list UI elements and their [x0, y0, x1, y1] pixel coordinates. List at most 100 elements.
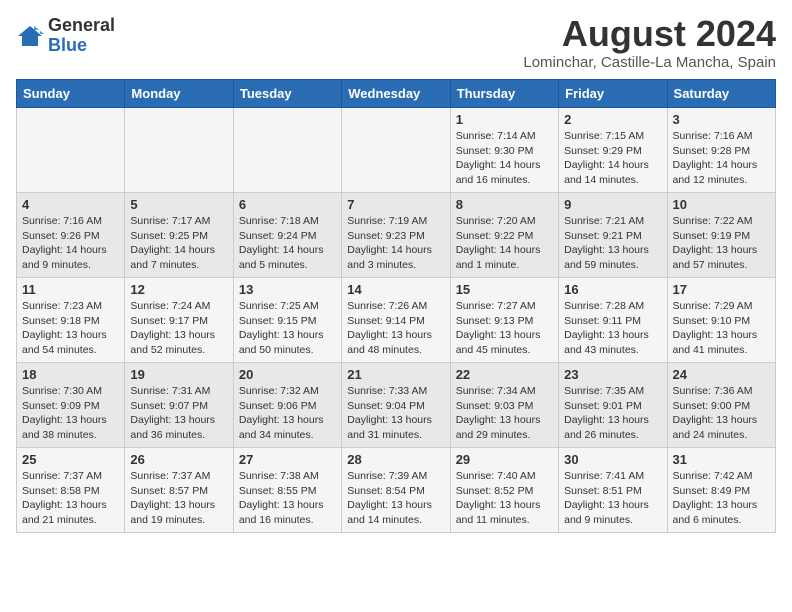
day-of-week-header: Saturday [667, 80, 775, 108]
calendar-cell [125, 108, 233, 193]
day-info: Sunrise: 7:18 AMSunset: 9:24 PMDaylight:… [239, 214, 336, 273]
day-info: Sunrise: 7:37 AMSunset: 8:58 PMDaylight:… [22, 469, 119, 528]
calendar-cell [233, 108, 341, 193]
logo-icon [16, 22, 44, 50]
calendar-week-row: 1Sunrise: 7:14 AMSunset: 9:30 PMDaylight… [17, 108, 776, 193]
calendar-week-row: 18 Sunrise: 7:30 AMSunset: 9:09 PMDayligh… [17, 363, 776, 448]
calendar-cell [342, 108, 450, 193]
day-number: 8 [456, 197, 553, 212]
day-number: 16 [564, 282, 661, 297]
day-info: Sunrise: 7:29 AMSunset: 9:10 PMDaylight:… [673, 299, 770, 358]
logo-general-text: General [48, 15, 115, 35]
location-subtitle: Lominchar, Castille-La Mancha, Spain [523, 54, 776, 71]
day-info: Sunrise: 7:22 AMSunset: 9:19 PMDaylight:… [673, 214, 770, 273]
calendar-cell: 27 Sunrise: 7:38 AMSunset: 8:55 PMDayligh… [233, 448, 341, 533]
day-number: 30 [564, 452, 661, 467]
day-info: Sunrise: 7:25 AMSunset: 9:15 PMDaylight:… [239, 299, 336, 358]
page-header: General Blue August 2024 Lominchar, Cast… [16, 16, 776, 71]
day-info: Sunrise: 7:42 AMSunset: 8:49 PMDaylight:… [673, 469, 770, 528]
day-info: Sunrise: 7:37 AMSunset: 8:57 PMDaylight:… [130, 469, 227, 528]
calendar-cell: 16 Sunrise: 7:28 AMSunset: 9:11 PMDayligh… [559, 278, 667, 363]
day-number: 7 [347, 197, 444, 212]
calendar-week-row: 4Sunrise: 7:16 AMSunset: 9:26 PMDaylight… [17, 193, 776, 278]
day-info: Sunrise: 7:20 AMSunset: 9:22 PMDaylight:… [456, 214, 553, 273]
logo: General Blue [16, 16, 115, 56]
calendar-cell: 1Sunrise: 7:14 AMSunset: 9:30 PMDaylight… [450, 108, 558, 193]
calendar-cell: 9 Sunrise: 7:21 AMSunset: 9:21 PMDaylight… [559, 193, 667, 278]
day-number: 10 [673, 197, 770, 212]
day-of-week-header: Thursday [450, 80, 558, 108]
day-number: 5 [130, 197, 227, 212]
day-number: 15 [456, 282, 553, 297]
calendar-cell: 24Sunrise: 7:36 AMSunset: 9:00 PMDayligh… [667, 363, 775, 448]
day-number: 14 [347, 282, 444, 297]
day-number: 11 [22, 282, 119, 297]
day-info: Sunrise: 7:21 AMSunset: 9:21 PMDaylight:… [564, 214, 661, 273]
day-number: 28 [347, 452, 444, 467]
day-info: Sunrise: 7:14 AMSunset: 9:30 PMDaylight:… [456, 129, 553, 188]
day-number: 29 [456, 452, 553, 467]
month-title: August 2024 [523, 16, 776, 52]
day-of-week-header: Friday [559, 80, 667, 108]
calendar-cell: 7 Sunrise: 7:19 AMSunset: 9:23 PMDaylight… [342, 193, 450, 278]
day-number: 27 [239, 452, 336, 467]
day-info: Sunrise: 7:40 AMSunset: 8:52 PMDaylight:… [456, 469, 553, 528]
day-info: Sunrise: 7:39 AMSunset: 8:54 PMDaylight:… [347, 469, 444, 528]
day-number: 9 [564, 197, 661, 212]
day-number: 6 [239, 197, 336, 212]
day-number: 25 [22, 452, 119, 467]
day-info: Sunrise: 7:23 AMSunset: 9:18 PMDaylight:… [22, 299, 119, 358]
calendar-cell: 31 Sunrise: 7:42 AMSunset: 8:49 PMDayligh… [667, 448, 775, 533]
day-info: Sunrise: 7:31 AMSunset: 9:07 PMDaylight:… [130, 384, 227, 443]
day-number: 21 [347, 367, 444, 382]
calendar-cell [17, 108, 125, 193]
day-info: Sunrise: 7:33 AMSunset: 9:04 PMDaylight:… [347, 384, 444, 443]
calendar-week-row: 11 Sunrise: 7:23 AMSunset: 9:18 PMDayligh… [17, 278, 776, 363]
day-number: 13 [239, 282, 336, 297]
day-info: Sunrise: 7:32 AMSunset: 9:06 PMDaylight:… [239, 384, 336, 443]
day-of-week-header: Tuesday [233, 80, 341, 108]
calendar-cell: 17 Sunrise: 7:29 AMSunset: 9:10 PMDayligh… [667, 278, 775, 363]
calendar-cell: 25 Sunrise: 7:37 AMSunset: 8:58 PMDayligh… [17, 448, 125, 533]
day-number: 31 [673, 452, 770, 467]
calendar-cell: 30Sunrise: 7:41 AMSunset: 8:51 PMDayligh… [559, 448, 667, 533]
day-info: Sunrise: 7:15 AMSunset: 9:29 PMDaylight:… [564, 129, 661, 188]
day-info: Sunrise: 7:30 AMSunset: 9:09 PMDaylight:… [22, 384, 119, 443]
calendar-cell: 18 Sunrise: 7:30 AMSunset: 9:09 PMDayligh… [17, 363, 125, 448]
calendar-cell: 10 Sunrise: 7:22 AMSunset: 9:19 PMDayligh… [667, 193, 775, 278]
calendar-cell: 21 Sunrise: 7:33 AMSunset: 9:04 PMDayligh… [342, 363, 450, 448]
calendar-cell: 13 Sunrise: 7:25 AMSunset: 9:15 PMDayligh… [233, 278, 341, 363]
calendar-cell: 14Sunrise: 7:26 AMSunset: 9:14 PMDayligh… [342, 278, 450, 363]
day-info: Sunrise: 7:17 AMSunset: 9:25 PMDaylight:… [130, 214, 227, 273]
day-number: 18 [22, 367, 119, 382]
calendar-cell: 3Sunrise: 7:16 AMSunset: 9:28 PMDaylight… [667, 108, 775, 193]
day-info: Sunrise: 7:16 AMSunset: 9:26 PMDaylight:… [22, 214, 119, 273]
day-of-week-header: Wednesday [342, 80, 450, 108]
day-of-week-header: Monday [125, 80, 233, 108]
calendar-cell: 8 Sunrise: 7:20 AMSunset: 9:22 PMDaylight… [450, 193, 558, 278]
calendar-cell: 11 Sunrise: 7:23 AMSunset: 9:18 PMDayligh… [17, 278, 125, 363]
calendar-cell: 19 Sunrise: 7:31 AMSunset: 9:07 PMDayligh… [125, 363, 233, 448]
day-info: Sunrise: 7:27 AMSunset: 9:13 PMDaylight:… [456, 299, 553, 358]
day-number: 20 [239, 367, 336, 382]
day-info: Sunrise: 7:38 AMSunset: 8:55 PMDaylight:… [239, 469, 336, 528]
day-number: 24 [673, 367, 770, 382]
day-number: 2 [564, 112, 661, 127]
calendar-cell: 4Sunrise: 7:16 AMSunset: 9:26 PMDaylight… [17, 193, 125, 278]
day-number: 19 [130, 367, 227, 382]
day-info: Sunrise: 7:19 AMSunset: 9:23 PMDaylight:… [347, 214, 444, 273]
calendar-header-row: SundayMondayTuesdayWednesdayThursdayFrid… [17, 80, 776, 108]
day-number: 22 [456, 367, 553, 382]
day-number: 12 [130, 282, 227, 297]
day-info: Sunrise: 7:34 AMSunset: 9:03 PMDaylight:… [456, 384, 553, 443]
calendar-cell: 20 Sunrise: 7:32 AMSunset: 9:06 PMDayligh… [233, 363, 341, 448]
logo-blue-text: Blue [48, 35, 87, 55]
day-number: 23 [564, 367, 661, 382]
day-info: Sunrise: 7:35 AMSunset: 9:01 PMDaylight:… [564, 384, 661, 443]
day-number: 26 [130, 452, 227, 467]
day-info: Sunrise: 7:28 AMSunset: 9:11 PMDaylight:… [564, 299, 661, 358]
calendar-table: SundayMondayTuesdayWednesdayThursdayFrid… [16, 79, 776, 533]
day-info: Sunrise: 7:16 AMSunset: 9:28 PMDaylight:… [673, 129, 770, 188]
day-number: 17 [673, 282, 770, 297]
calendar-cell: 15 Sunrise: 7:27 AMSunset: 9:13 PMDayligh… [450, 278, 558, 363]
